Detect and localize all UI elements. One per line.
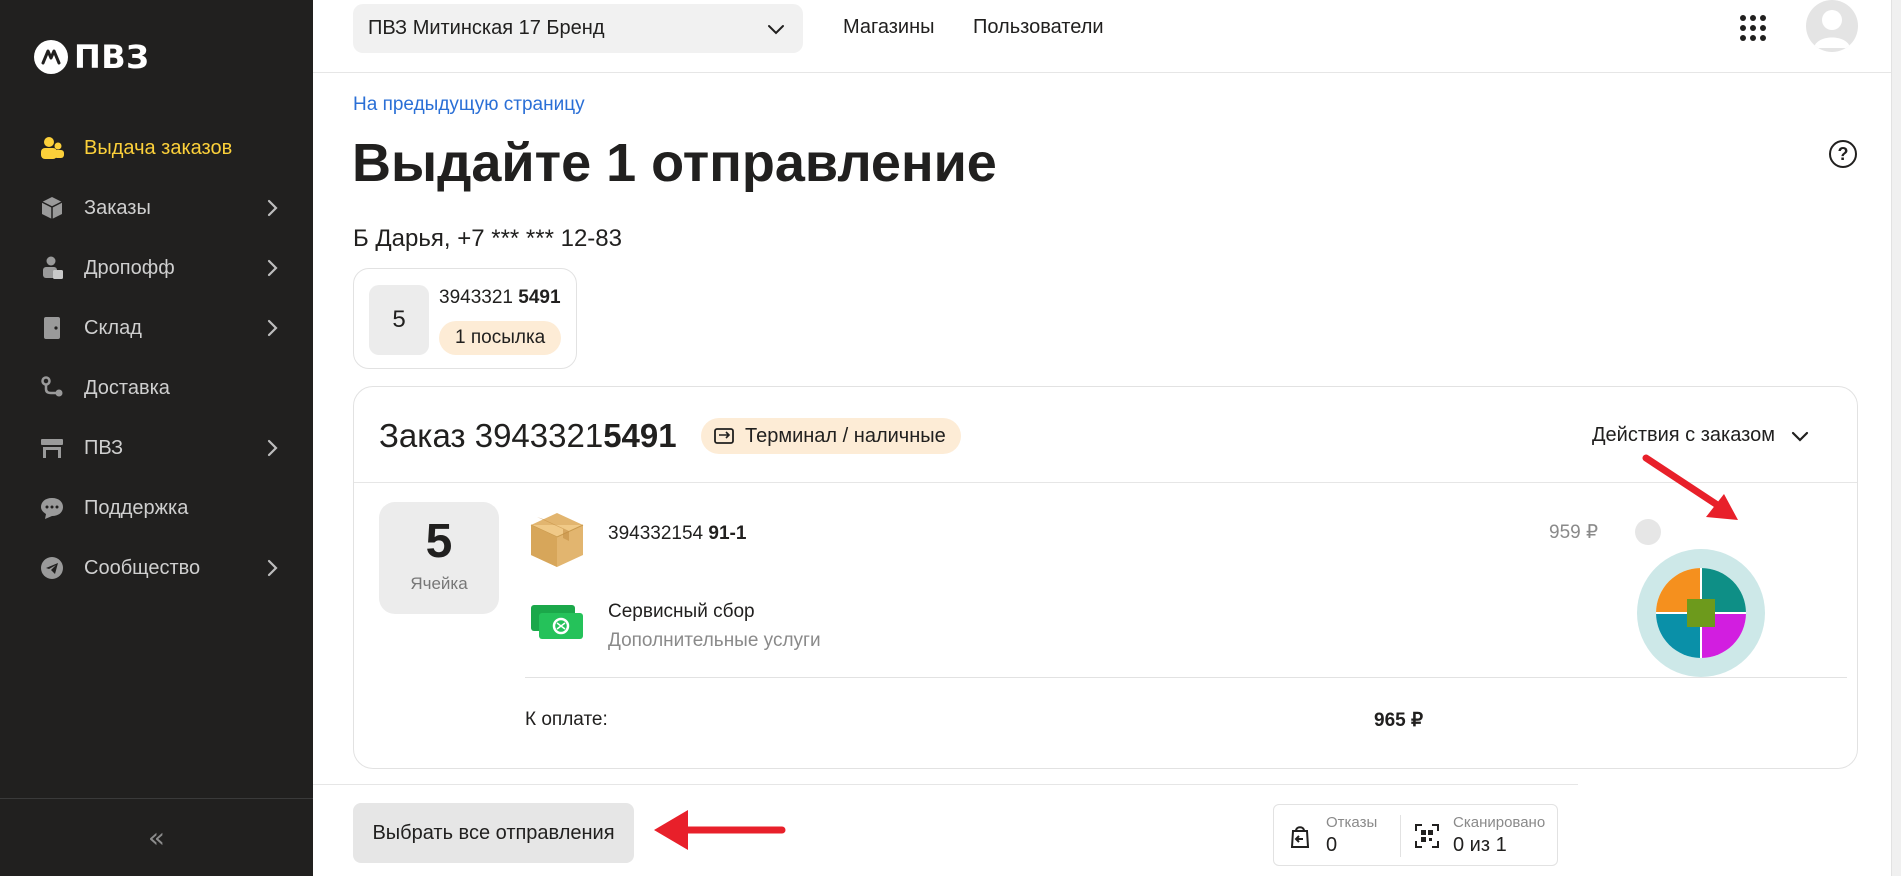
order-title-suffix: 5491 (603, 417, 677, 454)
dropoff-icon (38, 254, 66, 282)
chevron-down-icon (1791, 431, 1809, 442)
chevron-right-icon (267, 259, 278, 277)
shipment-card[interactable]: 5 3943321 5491 1 посылка (353, 268, 577, 369)
annotation-arrow (654, 810, 786, 850)
qr-scan-icon (1415, 824, 1439, 848)
box-icon (38, 194, 66, 222)
chevron-right-icon (267, 559, 278, 577)
logo-text: ПВЗ (74, 38, 150, 76)
collapse-sidebar-icon[interactable]: « (148, 821, 165, 854)
store-icon (38, 434, 66, 462)
total-divider (525, 677, 1847, 678)
sidebar-item-delivery[interactable]: Доставка (0, 358, 313, 418)
apps-grid-icon[interactable] (1740, 15, 1766, 41)
customer-info: Б Дарья, +7 *** *** 12-83 (353, 225, 622, 252)
refusal-bag-icon (1290, 826, 1310, 848)
select-all-button[interactable]: Выбрать все отправления (353, 803, 634, 863)
sidebar-item-issue-orders[interactable]: Выдача заказов (0, 118, 313, 178)
order-item-number-prefix: 394332154 (608, 523, 704, 544)
total-value: 965 ₽ (1374, 710, 1424, 731)
service-fee-text: Сервисный сбор Дополнительные услуги (608, 601, 821, 652)
app-root: ПВЗ Выдача заказов Заказы Дропофф Склад … (0, 0, 1901, 876)
route-icon (38, 374, 66, 402)
shipment-number-suffix: 5491 (518, 287, 561, 308)
chevron-right-icon (267, 199, 278, 217)
scanned-label: Сканировано (1453, 814, 1546, 831)
avatar[interactable] (1806, 0, 1858, 52)
sidebar-item-dropoff[interactable]: Дропофф (0, 238, 313, 298)
sidebar-nav: Выдача заказов Заказы Дропофф Склад Дост… (0, 118, 313, 598)
sidebar-footer: « (0, 798, 313, 876)
service-fee-subtitle: Дополнительные услуги (608, 630, 821, 651)
parcel-count-badge: 1 посылка (439, 321, 562, 355)
shipment-number-prefix: 3943321 (439, 287, 513, 308)
refusals-label: Отказы (1326, 814, 1378, 831)
payment-method-badge: Терминал / наличные (701, 418, 961, 454)
order-header: Заказ 39433215491 Терминал / наличные Де… (354, 387, 1857, 483)
sidebar-item-label: Сообщество (84, 556, 201, 579)
refusals-counter[interactable]: Отказы 0 (1274, 805, 1400, 867)
page-title: Выдайте 1 отправление (352, 133, 997, 193)
scanned-counter[interactable]: Сканировано 0 из 1 (1401, 805, 1557, 867)
storage-cell-label: Ячейка (410, 574, 468, 593)
shipment-cell-number: 5 (369, 285, 429, 355)
order-title-prefix: Заказ 3943321 (379, 417, 604, 454)
pvz-select-value: ПВЗ Митинская 17 Бренд (368, 17, 605, 39)
payment-terminal-icon (714, 428, 734, 444)
sidebar-item-label: Заказы (84, 196, 151, 219)
scrollbar[interactable] (1891, 0, 1901, 876)
scanner-widget[interactable] (1637, 549, 1765, 677)
order-actions-dropdown[interactable]: Действия с заказом (1592, 424, 1811, 447)
parcel-box-icon (530, 513, 584, 567)
shipment-number: 3943321 5491 (439, 287, 561, 309)
logo[interactable]: ПВЗ (34, 38, 149, 76)
nav-link-users[interactable]: Пользователи (973, 16, 1104, 39)
order-item-number-suffix: 91-1 (708, 523, 747, 544)
people-icon (38, 134, 66, 162)
annotation-arrow (1642, 454, 1738, 520)
payment-method-label: Терминал / наличные (745, 424, 946, 447)
storage-cell: 5 Ячейка (379, 502, 499, 614)
money-icon (531, 605, 583, 639)
service-fee-title: Сервисный сбор (608, 601, 755, 622)
back-link[interactable]: На предыдущую страницу (353, 94, 585, 116)
topbar: ПВЗ Митинская 17 Бренд Магазины Пользова… (313, 0, 1901, 73)
scanned-value: 0 из 1 (1453, 834, 1507, 856)
sidebar-item-label: Доставка (84, 376, 170, 399)
sidebar-item-orders[interactable]: Заказы (0, 178, 313, 238)
chevron-right-icon (267, 319, 278, 337)
order-item-price: 959 ₽ (1549, 522, 1599, 543)
nav-link-shops[interactable]: Магазины (843, 16, 935, 39)
order-title: Заказ 39433215491 (379, 417, 677, 455)
counters-panel: Отказы 0 Сканировано 0 из 1 (1273, 804, 1558, 866)
pvz-select[interactable]: ПВЗ Митинская 17 Бренд (353, 4, 803, 53)
help-icon[interactable]: ? (1829, 140, 1857, 168)
sidebar-item-label: Поддержка (84, 496, 189, 519)
total-label: К оплате: (525, 709, 608, 730)
sidebar-item-warehouse[interactable]: Склад (0, 298, 313, 358)
telegram-icon (38, 554, 66, 582)
logo-icon (34, 40, 68, 74)
storage-cell-number: 5 (425, 515, 453, 568)
chevron-down-icon (768, 25, 784, 35)
order-item-number: 394332154 91-1 (608, 523, 746, 545)
sidebar-item-community[interactable]: Сообщество (0, 538, 313, 598)
sidebar-item-label: Склад (84, 316, 142, 339)
sidebar-item-label: Дропофф (84, 256, 175, 279)
sidebar-item-label: Выдача заказов (84, 136, 233, 159)
refusals-value: 0 (1326, 834, 1338, 856)
chat-icon (38, 494, 66, 522)
door-icon (38, 314, 66, 342)
sidebar-item-pvz[interactable]: ПВЗ (0, 418, 313, 478)
chevron-right-icon (267, 439, 278, 457)
scanner-logo-icon (1656, 568, 1746, 658)
order-actions-label: Действия с заказом (1592, 424, 1775, 446)
sidebar-item-label: ПВЗ (84, 436, 124, 459)
sidebar: ПВЗ Выдача заказов Заказы Дропофф Склад … (0, 0, 313, 876)
order-card: Заказ 39433215491 Терминал / наличные Де… (353, 386, 1858, 769)
sidebar-item-support[interactable]: Поддержка (0, 478, 313, 538)
